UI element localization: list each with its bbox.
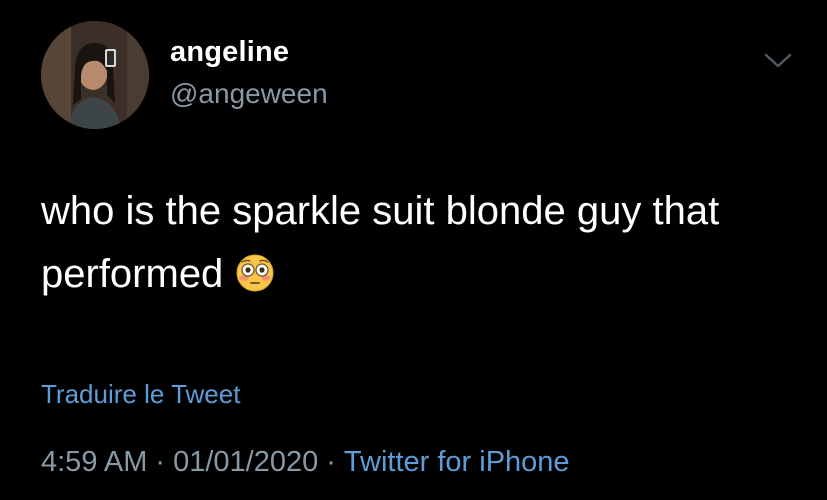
- translate-tweet-link[interactable]: Traduire le Tweet: [41, 379, 240, 410]
- chevron-down-icon[interactable]: [763, 50, 793, 72]
- tweet-metadata: 4:59 AM · 01/01/2020 · Twitter for iPhone: [41, 446, 570, 479]
- tweet-text-container: who is the sparkle suit blonde guy that …: [41, 180, 801, 306]
- display-name[interactable]: angeline: [170, 36, 289, 69]
- flushed-face-emoji-icon: [235, 249, 275, 292]
- tweet-date[interactable]: 01/01/2020: [173, 446, 318, 478]
- tweet-source-link[interactable]: Twitter for iPhone: [344, 446, 570, 478]
- avatar[interactable]: [41, 21, 149, 129]
- tweet-time: 4:59 AM: [41, 446, 148, 478]
- avatar-photo: [41, 21, 149, 129]
- tweet-text: who is the sparkle suit blonde guy that …: [41, 189, 720, 296]
- tweet-card: angeline @angeween who is the sparkle su…: [0, 0, 827, 500]
- user-handle[interactable]: @angeween: [170, 78, 328, 110]
- separator-dot: ·: [326, 446, 336, 478]
- separator-dot: ·: [155, 446, 166, 478]
